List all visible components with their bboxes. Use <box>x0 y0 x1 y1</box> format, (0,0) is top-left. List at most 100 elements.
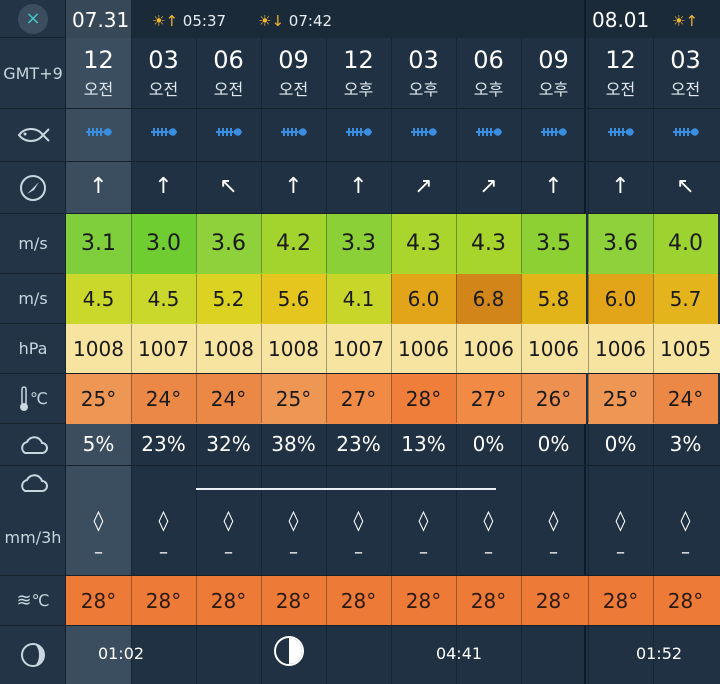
column-divider <box>131 109 132 161</box>
wind-speed-value: 3.6 <box>588 214 653 274</box>
column-divider <box>326 324 327 373</box>
column-divider <box>196 214 197 273</box>
column-divider <box>521 374 522 423</box>
hour-label: 06 <box>473 46 504 74</box>
pressure-value: 1006 <box>595 337 646 361</box>
cloud-outline-icon <box>21 474 48 492</box>
gust-value: 4.1 <box>326 274 391 324</box>
precipitation-value: – <box>681 542 690 563</box>
column-divider <box>456 38 457 108</box>
cloud-row-header <box>0 424 66 466</box>
date-label-day2: 08.01 <box>592 8 650 32</box>
compass-icon <box>20 174 46 201</box>
temperature-value: 24° <box>196 374 261 424</box>
fish-activity-icon <box>521 123 586 144</box>
gust-value: 4.5 <box>131 274 196 324</box>
column-divider <box>391 626 392 684</box>
column-divider <box>391 424 392 465</box>
sea-temp-value: 28° <box>405 589 442 613</box>
temperature-value: 25° <box>588 374 653 424</box>
precipitation-value: – <box>549 542 558 563</box>
column-divider <box>326 576 327 625</box>
raindrop-icon: ◊ <box>615 508 626 532</box>
sea-temp-row-header: ≋ ℃ <box>0 576 66 626</box>
cloud-cover-value: 38% <box>271 432 316 456</box>
pressure-value: 1006 <box>463 337 514 361</box>
fish-activity-icon <box>391 123 456 144</box>
column-divider <box>261 162 262 213</box>
precipitation-unit-label: mm/3h <box>4 528 62 547</box>
cloud-cover-row: 5% 23% 32% 38% 23% 13% 0% 0% 0% 3% <box>66 424 720 466</box>
pressure-value: 1008 <box>203 337 254 361</box>
cloud-cover-value: 3% <box>669 432 702 456</box>
wind-arrow-icon: ↑ <box>89 174 108 199</box>
cloud-cover-value: 32% <box>206 432 251 456</box>
hour-label: 12 <box>343 46 374 74</box>
raindrop-icon: ◊ <box>93 508 104 532</box>
wind-arrow-icon: ↖ <box>676 174 695 199</box>
column-divider <box>456 374 457 423</box>
column-divider <box>131 374 132 423</box>
wind-speed-value: 4.0 <box>653 214 718 274</box>
ampm-label: 오후 <box>473 80 504 99</box>
column-divider <box>521 466 522 575</box>
column-divider <box>131 424 132 465</box>
cloud-band-line <box>196 488 496 490</box>
sea-temp-value: 28° <box>667 589 704 613</box>
date-label-day1: 07.31 <box>72 8 130 32</box>
precipitation-value: – <box>419 542 428 563</box>
cloud-cover-value: 23% <box>141 432 186 456</box>
column-divider <box>456 274 457 323</box>
raindrop-icon: ◊ <box>418 508 429 532</box>
pressure-unit-label: hPa <box>18 339 48 358</box>
fish-activity-icon <box>588 123 653 144</box>
wind-arrow-icon: ↑ <box>154 174 173 199</box>
wind-unit-label: m/s <box>18 234 48 253</box>
fish-activity-icon <box>66 123 131 144</box>
wind-speed-value: 3.6 <box>196 214 261 274</box>
cloud-icon <box>21 435 48 454</box>
temperature-value: 27° <box>326 374 391 424</box>
column-divider <box>326 274 327 323</box>
pressure-value: 1005 <box>660 337 711 361</box>
column-divider <box>456 109 457 161</box>
wind-direction-row: ↑ ↑ ↖ ↑ ↑ ↗ ↗ ↑ ↑ ↖ <box>66 162 720 214</box>
column-divider <box>196 109 197 161</box>
moonrise-time: 04:41 <box>435 644 483 663</box>
moon-row-header <box>0 626 66 684</box>
precipitation-value: – <box>224 542 233 563</box>
wind-arrow-icon: ↖ <box>219 174 238 199</box>
sunset-time: 07:42 <box>288 12 333 30</box>
column-divider <box>588 214 589 273</box>
sea-temp-row: 28° 28° 28° 28° 28° 28° 28° 28° 28° 28° <box>66 576 720 626</box>
column-divider <box>653 424 654 465</box>
column-divider <box>196 576 197 625</box>
forecast-grid[interactable]: 07.31 ☀↑ 05:37 ☀↓ 07:42 08.01 ☀↑ 12 오전 03 오… <box>66 0 720 684</box>
gust-value: 5.8 <box>521 274 586 324</box>
hour-label: 12 <box>83 46 114 74</box>
pressure-value: 1006 <box>528 337 579 361</box>
wind-direction-row-header <box>0 162 66 214</box>
column-divider <box>521 162 522 213</box>
sunrise-icon: ☀↑ <box>152 12 179 30</box>
fish-activity-icon <box>196 123 261 144</box>
wind-speed-value: 4.2 <box>261 214 326 274</box>
precipitation-value: – <box>484 542 493 563</box>
hour-label: 03 <box>148 46 179 74</box>
temperature-value: 25° <box>261 374 326 424</box>
column-divider <box>653 162 654 213</box>
close-button[interactable]: × <box>18 3 48 34</box>
column-divider <box>326 466 327 575</box>
sunset-icon: ☀↓ <box>258 12 285 30</box>
temperature-value: 28° <box>391 374 456 424</box>
column-divider <box>588 274 589 323</box>
wind-speed-value: 4.3 <box>391 214 456 274</box>
column-divider <box>391 162 392 213</box>
sidebar: × GMT+9 m/s m/s hPa ℃ mm/3h ≋ ℃ <box>0 0 66 684</box>
column-divider <box>456 324 457 373</box>
column-divider <box>196 324 197 373</box>
column-divider <box>131 214 132 273</box>
gust-value: 5.2 <box>196 274 261 324</box>
raindrop-icon: ◊ <box>483 508 494 532</box>
hour-label: 03 <box>408 46 439 74</box>
